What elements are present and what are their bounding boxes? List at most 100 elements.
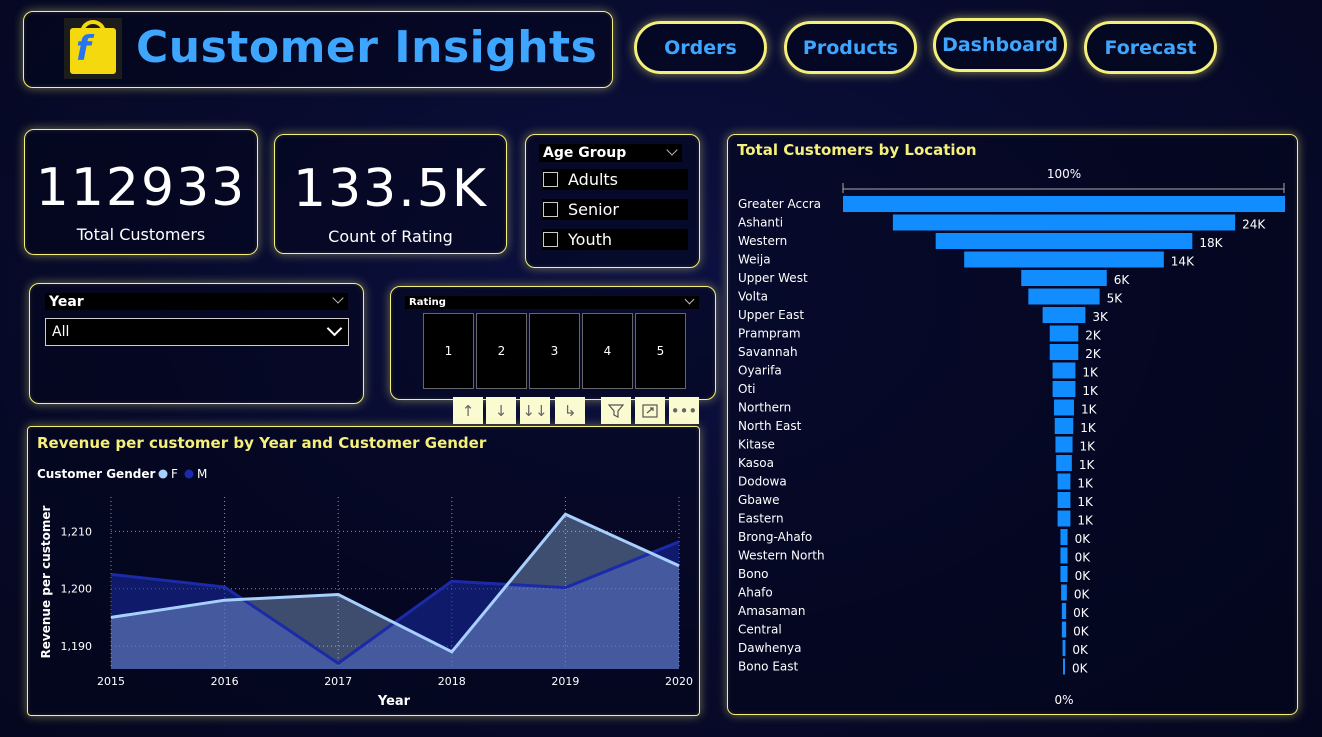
funnel-bar[interactable] — [892, 214, 1236, 231]
data-label: 2K — [1085, 347, 1102, 361]
data-label: 1K — [1079, 458, 1096, 472]
funnel-bar[interactable] — [1057, 473, 1071, 490]
data-label: 0K — [1072, 662, 1089, 676]
age-group-label: Age Group — [543, 145, 627, 161]
funnel-bar[interactable] — [1021, 270, 1107, 286]
age-option-senior[interactable]: Senior — [542, 199, 688, 220]
category-label: Gbawe — [738, 493, 779, 507]
funnel-bar[interactable] — [1042, 307, 1086, 323]
focus-mode-icon[interactable] — [635, 397, 665, 424]
data-label: 1K — [1080, 440, 1097, 454]
funnel-bar[interactable] — [1062, 640, 1066, 656]
funnel-bar[interactable] — [935, 233, 1193, 249]
data-label: 6K — [1114, 273, 1131, 287]
funnel-bar[interactable] — [1049, 325, 1079, 342]
bottom-percent-label: 0% — [1054, 693, 1073, 707]
funnel-bar[interactable] — [843, 196, 1285, 212]
funnel-bar[interactable] — [1061, 621, 1067, 638]
legend-item[interactable]: M — [197, 467, 207, 481]
rating-tile-2[interactable]: 2 — [476, 313, 527, 389]
data-label: 0K — [1073, 625, 1090, 639]
funnel-bar[interactable] — [1063, 658, 1065, 675]
data-label: 0K — [1075, 532, 1092, 546]
rating-slicer: Rating 1 2 3 4 5 — [390, 286, 716, 400]
age-option-adults[interactable]: Adults — [542, 169, 688, 190]
funnel-bar[interactable] — [1061, 584, 1067, 601]
rating-tile-3[interactable]: 3 — [529, 313, 580, 389]
year-dropdown[interactable]: All — [45, 318, 349, 346]
funnel-bar[interactable] — [1060, 566, 1068, 582]
funnel-bar[interactable] — [1057, 492, 1071, 508]
products-nav-button[interactable]: Products — [784, 21, 917, 74]
data-label: 3K — [1092, 310, 1109, 324]
more-options-icon[interactable]: ••• — [669, 397, 699, 424]
legend-item[interactable]: F — [171, 467, 178, 481]
data-label: 1K — [1077, 514, 1094, 528]
legend-title: Customer Gender — [37, 467, 155, 481]
funnel-bar[interactable] — [1055, 436, 1073, 453]
category-label: Eastern — [738, 512, 784, 526]
expand-hierarchy-icon[interactable]: ↳ — [555, 397, 585, 424]
category-label: Western North — [738, 549, 825, 563]
age-option-label: Youth — [568, 230, 612, 249]
count-rating-card: 133.5K Count of Rating — [274, 134, 507, 254]
data-label: 0K — [1075, 569, 1092, 583]
rating-tile-4[interactable]: 4 — [582, 313, 633, 389]
category-label: Oti — [738, 382, 755, 396]
funnel-bar[interactable] — [1061, 603, 1067, 619]
data-label: 0K — [1073, 606, 1090, 620]
forecast-nav-button[interactable]: Forecast — [1084, 21, 1217, 74]
checkbox-icon[interactable] — [543, 202, 558, 217]
funnel-bar[interactable] — [1054, 418, 1074, 434]
year-header: Year — [45, 292, 348, 310]
orders-nav-button[interactable]: Orders — [634, 21, 767, 74]
checkbox-icon[interactable] — [543, 172, 558, 187]
funnel-bar[interactable] — [1028, 288, 1100, 305]
funnel-bar[interactable] — [1056, 455, 1072, 471]
checkbox-icon[interactable] — [543, 232, 558, 247]
drill-down-icon[interactable]: ↓ — [486, 397, 516, 424]
category-label: Brong-Ahafo — [738, 530, 812, 544]
category-label: Ahafo — [738, 586, 773, 600]
rating-label: Rating — [409, 297, 446, 308]
category-label: Ashanti — [738, 216, 783, 230]
data-label: 0K — [1072, 643, 1089, 657]
age-option-label: Senior — [568, 200, 619, 219]
rating-header: Rating — [405, 294, 699, 309]
funnel-bar[interactable] — [1060, 529, 1068, 545]
funnel-bar[interactable] — [1054, 399, 1074, 416]
rating-tile-1[interactable]: 1 — [423, 313, 474, 389]
category-label: Dawhenya — [738, 641, 801, 655]
chevron-down-icon — [684, 294, 695, 305]
funnel-bar[interactable] — [964, 251, 1164, 268]
funnel-bar[interactable] — [1060, 547, 1068, 564]
funnel-bar[interactable] — [1052, 381, 1076, 397]
funnel-bar[interactable] — [1057, 510, 1071, 527]
total-customers-value: 112933 — [35, 158, 247, 218]
x-tick-label: 2020 — [665, 675, 693, 688]
year-label: Year — [49, 293, 84, 310]
data-label: 0K — [1074, 588, 1091, 602]
rating-tile-5[interactable]: 5 — [635, 313, 686, 389]
category-label: Volta — [738, 290, 768, 304]
age-group-header[interactable]: Age Group — [539, 144, 682, 162]
data-label: 1K — [1082, 366, 1099, 380]
filter-icon[interactable] — [601, 397, 631, 424]
data-label: 1K — [1077, 495, 1094, 509]
data-label: 18K — [1199, 236, 1223, 250]
y-tick-label: 1,210 — [61, 525, 93, 538]
top-percent-label: 100% — [1047, 167, 1081, 181]
category-label: Weija — [738, 253, 771, 267]
drill-up-icon[interactable]: ↑ — [453, 397, 483, 424]
age-option-youth[interactable]: Youth — [542, 229, 688, 250]
year-selected-value: All — [52, 324, 70, 340]
category-label: Bono East — [738, 660, 799, 674]
category-label: Upper East — [738, 308, 804, 322]
revenue-chart-panel: Revenue per customer by Year and Custome… — [27, 426, 700, 716]
dashboard-nav-button[interactable]: Dashboard — [933, 18, 1067, 72]
funnel-bar[interactable] — [1049, 344, 1079, 360]
legend-marker-icon — [158, 469, 168, 479]
funnel-bar[interactable] — [1052, 362, 1076, 379]
category-label: Savannah — [738, 345, 798, 359]
next-level-icon[interactable]: ↓↓ — [520, 397, 550, 424]
